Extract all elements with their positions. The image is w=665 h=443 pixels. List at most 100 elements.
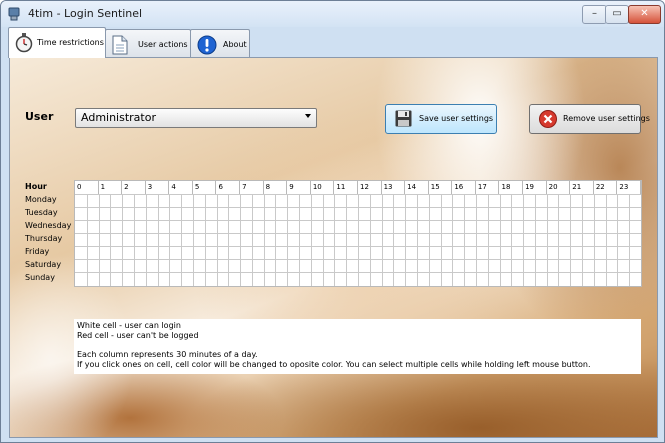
grid-column-line: [381, 194, 383, 286]
maximize-button[interactable]: ▭: [605, 5, 629, 24]
grid-column-line: [358, 194, 359, 286]
grid-column-line: [393, 194, 395, 286]
hour-header-cell: 9: [287, 181, 311, 194]
hour-header-cell: 12: [358, 181, 382, 194]
grid-column-line: [310, 194, 312, 286]
grid-column-line: [570, 194, 572, 286]
grid-column-line: [487, 194, 489, 286]
legend-info-box: White cell - user can login Red cell - u…: [74, 319, 641, 374]
grid-column-line: [228, 194, 230, 286]
legend-white-cell: White cell - user can login: [77, 321, 181, 330]
user-dropdown[interactable]: Administrator: [75, 108, 317, 128]
hour-header-cell: 5: [193, 181, 217, 194]
chevron-down-icon: [305, 114, 311, 118]
document-icon: [112, 35, 128, 55]
tab-time-restrictions[interactable]: Time restrictions: [8, 27, 106, 58]
tab-user-actions[interactable]: User actions: [105, 29, 191, 57]
grid-column-line: [98, 194, 100, 286]
hour-header-cell: 20: [547, 181, 571, 194]
hour-header-cell: 13: [382, 181, 406, 194]
grid-column-line: [122, 194, 124, 286]
window-title: 4tim - Login Sentinel: [28, 7, 143, 20]
grid-column-line: [181, 194, 183, 286]
stopwatch-icon: [15, 33, 33, 53]
grid-column-line: [240, 194, 242, 286]
tab-about[interactable]: About: [190, 29, 250, 57]
grid-column-line: [558, 194, 560, 286]
hour-header-cell: 18: [500, 181, 524, 194]
minimize-button[interactable]: –: [582, 5, 607, 24]
grid-column-line: [464, 194, 466, 286]
grid-column-line: [299, 194, 301, 286]
grid-column-line: [157, 194, 159, 286]
grid-column-line: [546, 194, 548, 286]
hour-header-cell: 7: [240, 181, 264, 194]
hour-header-cell: 17: [476, 181, 500, 194]
day-label-monday: Monday: [25, 195, 57, 204]
app-window: 4tim - Login Sentinel – ▭ ✕ Time restric…: [0, 0, 665, 443]
grid-column-line: [582, 194, 584, 286]
grid-column-line: [192, 194, 194, 286]
grid-column-line: [263, 194, 265, 286]
save-button-label: Save user settings: [419, 114, 494, 123]
day-label-wednesday: Wednesday: [25, 221, 72, 230]
user-label: User: [25, 110, 54, 123]
grid-column-line: [334, 194, 336, 286]
hour-header-cell: 21: [570, 181, 594, 194]
remove-button-label: Remove user settings: [563, 114, 650, 123]
grid-column-line: [593, 194, 595, 286]
user-dropdown-value: Administrator: [81, 111, 156, 124]
info-icon: [197, 35, 217, 55]
grid-column-line: [110, 194, 112, 286]
tab-label: User actions: [138, 40, 188, 49]
grid-column-line: [511, 194, 513, 286]
grid-column-line: [216, 194, 218, 286]
hour-header-cell: 3: [146, 181, 170, 194]
time-restrictions-panel: User Administrator Save user settings Re…: [9, 57, 658, 438]
grid-column-line: [629, 194, 631, 286]
hour-header-cell: 1: [99, 181, 123, 194]
save-user-settings-button[interactable]: Save user settings: [385, 104, 497, 134]
grid-column-line: [405, 194, 407, 286]
tab-label: About: [223, 40, 247, 49]
hour-header-cell: 15: [429, 181, 453, 194]
day-label-thursday: Thursday: [25, 234, 63, 243]
day-label-tuesday: Tuesday: [25, 208, 58, 217]
tab-label: Time restrictions: [37, 38, 104, 47]
hour-header-cell: 2: [122, 181, 146, 194]
day-label-sunday: Sunday: [25, 273, 55, 282]
grid-column-line: [523, 194, 525, 286]
app-icon: [8, 7, 20, 21]
hour-header-cell: 10: [311, 181, 335, 194]
grid-column-line: [287, 194, 289, 286]
floppy-disk-icon: [395, 110, 412, 127]
grid-column-line: [440, 194, 442, 286]
hour-header-cell: 14: [405, 181, 429, 194]
remove-user-settings-button[interactable]: Remove user settings: [529, 104, 650, 134]
hour-header-cell: 6: [217, 181, 241, 194]
hour-header-cell: 11: [334, 181, 358, 194]
remove-icon: [539, 110, 557, 128]
grid-column-line: [169, 194, 171, 286]
info-click-note: If you click ones on cell, cell color wi…: [77, 360, 591, 369]
grid-column-line: [322, 194, 324, 286]
day-label-saturday: Saturday: [25, 260, 62, 269]
legend-red-cell: Red cell - user can't be logged: [77, 331, 199, 340]
grid-column-line: [534, 194, 536, 286]
close-button[interactable]: ✕: [628, 5, 661, 24]
grid-column-line: [369, 194, 371, 286]
grid-column-line: [145, 194, 147, 286]
hour-header-cell: 8: [264, 181, 288, 194]
hour-header-cell: 23: [617, 181, 641, 194]
schedule-grid[interactable]: 0 1 2 3 4 5 6 7 8 9 10 11 12 13 14 15 16 17 18 19 20 21 22 23: [74, 180, 642, 287]
hour-header-cell: 16: [452, 181, 476, 194]
info-column-note: Each column represents 30 minutes of a d…: [77, 350, 258, 359]
grid-column-line: [617, 194, 619, 286]
grid-column-line: [452, 194, 454, 286]
hour-header-cell: 19: [523, 181, 547, 194]
hour-label: Hour: [25, 182, 47, 191]
grid-column-line: [416, 194, 418, 286]
grid-column-line: [346, 194, 348, 286]
grid-column-line: [475, 194, 477, 286]
title-bar[interactable]: 4tim - Login Sentinel – ▭ ✕: [1, 1, 664, 27]
